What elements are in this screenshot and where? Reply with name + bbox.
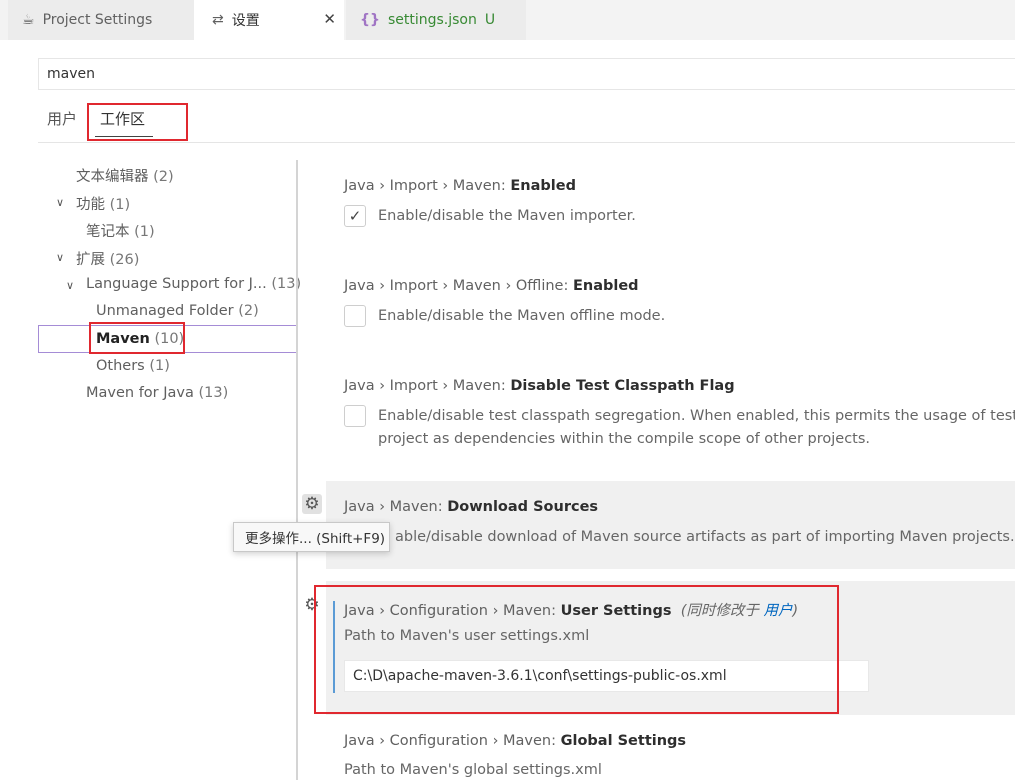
setting-description: Enable/disable the Maven importer. xyxy=(378,208,636,224)
toc-count: (13) xyxy=(198,385,229,401)
editor-tab-bar: ☕ Project Settings ⇄ 设置 ✕ {} settings.js… xyxy=(0,0,1015,40)
toc-label: Unmanaged Folder xyxy=(96,303,234,319)
toc-count: (2) xyxy=(238,303,259,319)
maven-enabled-checkbox[interactable]: ✓ xyxy=(344,205,366,227)
setting-row-hover xyxy=(326,481,1015,569)
setting-description-line1: Enable/disable test classpath segregatio… xyxy=(378,408,1015,424)
settings-search-input[interactable]: maven xyxy=(38,58,1015,90)
toc-label: Maven for Java xyxy=(86,385,194,401)
chevron-down-icon[interactable]: ∨ xyxy=(56,196,64,209)
toc-item-others[interactable]: Others (1) xyxy=(96,358,170,374)
setting-description-line2: project as dependencies within the compi… xyxy=(378,431,871,447)
toc-label: 笔记本 xyxy=(86,224,130,240)
tab-settings-json[interactable]: {} settings.json U xyxy=(346,0,526,40)
toc-count: (2) xyxy=(153,169,174,185)
maven-offline-checkbox[interactable] xyxy=(344,305,366,327)
toc-item-extensions[interactable]: 扩展 (26) xyxy=(76,248,139,269)
setting-description: Path to Maven's global settings.xml xyxy=(344,762,602,778)
toc-label: 功能 xyxy=(76,197,105,213)
toc-label: 扩展 xyxy=(76,252,105,268)
toc-item-notebook[interactable]: 笔记本 (1) xyxy=(86,220,155,241)
toc-label: Others xyxy=(96,358,145,374)
highlight-box xyxy=(314,585,839,714)
search-value: maven xyxy=(47,66,95,82)
more-actions-tooltip: 更多操作... (Shift+F9) xyxy=(233,522,390,552)
toc-item-language-support-java[interactable]: Language Support for J... (13) xyxy=(86,276,301,292)
toc-divider[interactable] xyxy=(296,160,298,780)
setting-name: Enabled xyxy=(572,278,639,294)
setting-name: Global Settings xyxy=(560,733,687,749)
setting-title: Java › Import › Maven: Enabled xyxy=(344,178,576,194)
untracked-badge: U xyxy=(484,12,496,28)
highlight-box xyxy=(87,103,188,141)
tab-label: settings.json xyxy=(387,12,477,28)
tab-settings[interactable]: ⇄ 设置 ✕ xyxy=(194,0,344,40)
setting-category: Java › Import › Maven › Offline: xyxy=(344,278,573,294)
toc-count: (1) xyxy=(149,358,170,374)
toc-item-unmanaged-folder[interactable]: Unmanaged Folder (2) xyxy=(96,303,259,319)
checkmark-icon: ✓ xyxy=(348,207,362,225)
tab-project-settings[interactable]: ☕ Project Settings xyxy=(8,0,194,40)
toc-count: (1) xyxy=(109,197,131,213)
setting-title: Java › Maven: Download Sources xyxy=(344,499,598,515)
setting-category: Java › Import › Maven: xyxy=(344,178,511,194)
scope-divider xyxy=(38,142,1015,143)
setting-title: Java › Configuration › Maven: Global Set… xyxy=(344,733,686,749)
chevron-down-icon[interactable]: ∨ xyxy=(66,279,74,292)
disable-test-classpath-checkbox[interactable] xyxy=(344,405,366,427)
setting-title: Java › Import › Maven › Offline: Enabled xyxy=(344,278,639,294)
tab-label: 设置 xyxy=(231,13,260,29)
setting-name: Disable Test Classpath Flag xyxy=(510,378,735,394)
setting-name: Enabled xyxy=(510,178,576,194)
toc-count: (1) xyxy=(134,224,155,240)
highlight-box xyxy=(89,322,185,354)
tab-label: Project Settings xyxy=(42,12,153,28)
setting-category: Java › Configuration › Maven: xyxy=(344,733,561,749)
setting-name: Download Sources xyxy=(447,499,599,515)
chevron-down-icon[interactable]: ∨ xyxy=(56,251,64,264)
toc-item-text-editor[interactable]: 文本编辑器 (2) xyxy=(76,165,174,186)
setting-category: Java › Import › Maven: xyxy=(344,378,511,394)
gear-icon[interactable]: ⚙ xyxy=(302,494,322,514)
setting-description: Enable/disable the Maven offline mode. xyxy=(378,308,666,324)
toc-label: Language Support for J... xyxy=(86,276,267,292)
toc-count: (26) xyxy=(109,252,140,268)
setting-title: Java › Import › Maven: Disable Test Clas… xyxy=(344,378,735,394)
json-braces-icon: {} xyxy=(360,12,380,28)
toc-label: 文本编辑器 xyxy=(76,169,149,185)
coffee-cup-icon: ☕ xyxy=(22,12,35,28)
setting-category: Java › Maven: xyxy=(344,499,448,515)
setting-description: able/disable download of Maven source ar… xyxy=(395,529,1015,545)
toc-item-maven-for-java[interactable]: Maven for Java (13) xyxy=(86,385,228,401)
settings-sliders-icon: ⇄ xyxy=(212,12,224,28)
scope-tab-user[interactable]: 用户 xyxy=(47,108,77,129)
close-icon[interactable]: ✕ xyxy=(323,10,336,28)
toc-item-features[interactable]: 功能 (1) xyxy=(76,193,130,214)
